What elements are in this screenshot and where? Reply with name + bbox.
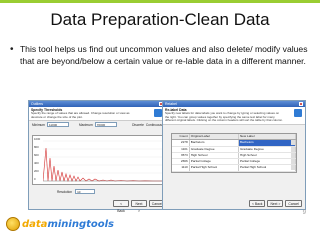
- count-cell: 1101: [172, 146, 190, 152]
- back-button[interactable]: < Back: [249, 200, 266, 207]
- new-label-select[interactable]: High School: [239, 152, 296, 159]
- page-number: 9: [302, 210, 306, 216]
- y-tick: 1000: [34, 137, 41, 141]
- new-label-value: Partial High School: [239, 165, 267, 170]
- next-button[interactable]: Next >: [131, 200, 147, 213]
- original-label-cell: Partial College: [190, 159, 239, 165]
- count-cell: 2278: [172, 140, 190, 146]
- y-tick: 0: [34, 177, 36, 181]
- column-header-original[interactable]: Original Label: [190, 134, 239, 140]
- chevron-down-icon[interactable]: [291, 146, 295, 152]
- new-label-select[interactable]: Partial College: [239, 159, 296, 165]
- chevron-down-icon[interactable]: [291, 140, 295, 146]
- y-tick: 600: [34, 153, 39, 157]
- new-label-select[interactable]: Bachelors: [238, 140, 296, 146]
- maximum-label: Maximum: [78, 122, 93, 127]
- slide: Data Preparation-Clean Data • This tool …: [0, 0, 320, 240]
- relabel-subtext: Specify new labels for data labels you w…: [165, 111, 283, 123]
- column-header-new[interactable]: New Label: [239, 134, 296, 140]
- column-header-count[interactable]: Count: [172, 134, 190, 140]
- y-tick: 200: [34, 169, 39, 173]
- continuous-option[interactable]: Continuous: [146, 123, 162, 127]
- brand-logo: dataminingtools: [6, 217, 114, 231]
- new-label-value: High School: [239, 152, 257, 157]
- original-label-cell: Partial High School: [190, 165, 239, 171]
- original-label-cell: Bachelors: [190, 140, 239, 146]
- original-label-cell: High School: [190, 152, 239, 159]
- logo-text-miningtools: miningtools: [47, 218, 115, 230]
- count-cell: 3573: [172, 152, 190, 159]
- relabel-dialog: Relabel Re-label Data Specify new labels…: [162, 100, 306, 210]
- new-label-value: Graduate Degree: [239, 146, 264, 151]
- chevron-down-icon[interactable]: [291, 152, 295, 158]
- back-button[interactable]: < Back: [113, 200, 130, 213]
- minimum-label: Minimum: [32, 122, 45, 127]
- y-tick: 400: [34, 161, 39, 165]
- discrete-option[interactable]: Discrete: [132, 123, 144, 127]
- bullet-text: This tool helps us find out uncommon val…: [19, 44, 308, 66]
- threshold-row: Minimum 11000 Maximum 70000 Discrete Con…: [29, 121, 165, 128]
- resolution-label: Resolution: [57, 189, 73, 194]
- slide-title: Data Preparation-Clean Data: [50, 10, 270, 29]
- logo-text-data: data: [22, 218, 48, 230]
- new-label-select[interactable]: Graduate Degree: [239, 146, 296, 152]
- wizard-icon: [294, 109, 302, 117]
- chevron-down-icon[interactable]: [291, 159, 295, 165]
- next-button[interactable]: Next >: [267, 200, 284, 207]
- new-label-select[interactable]: Partial High School: [239, 165, 296, 171]
- bullet-item: • This tool helps us find out uncommon v…: [10, 44, 310, 67]
- cancel-button[interactable]: Cancel: [285, 200, 302, 207]
- logo-mark-icon: [6, 217, 20, 231]
- original-label-cell: Graduate Degree: [190, 146, 239, 152]
- new-label-value: Partial College: [239, 159, 261, 164]
- outliers-dialog: Outliers Specify Thresholds Specify the …: [28, 100, 166, 213]
- new-label-value: Bachelors: [239, 140, 254, 145]
- wizard-icon: [154, 109, 162, 117]
- outliers-buttons: < Back Next > Cancel: [113, 200, 166, 213]
- maximum-input[interactable]: 70000: [94, 122, 117, 128]
- logo-wordmark: dataminingtools: [22, 219, 114, 230]
- relabel-header: Re-label Data Specify new labels for dat…: [163, 107, 305, 125]
- relabel-table: Count Original Label New Label 2278 Bach…: [171, 133, 297, 173]
- distribution-plot: [43, 140, 163, 183]
- table-row[interactable]: 1110 Partial High School Partial High Sc…: [172, 165, 296, 172]
- y-tick: 800: [34, 145, 39, 149]
- chevron-down-icon[interactable]: [291, 165, 295, 171]
- close-icon[interactable]: [299, 102, 303, 106]
- minimum-input[interactable]: 11000: [46, 122, 69, 128]
- count-cell: 1110: [172, 165, 190, 171]
- resolution-row: Resolution 10: [57, 189, 96, 194]
- count-cell: 2666: [172, 159, 190, 165]
- top-accent-bar: [0, 0, 320, 3]
- distribution-chart: 1000 800 600 400 200 0: [32, 135, 164, 185]
- relabel-buttons: < Back Next > Cancel: [249, 200, 302, 207]
- outliers-subtext: Specify the range of values that are all…: [31, 111, 130, 119]
- bullet-dot: •: [10, 44, 14, 55]
- outliers-header: Specify Thresholds Specify the range of …: [29, 107, 165, 122]
- resolution-input[interactable]: 10: [75, 189, 96, 194]
